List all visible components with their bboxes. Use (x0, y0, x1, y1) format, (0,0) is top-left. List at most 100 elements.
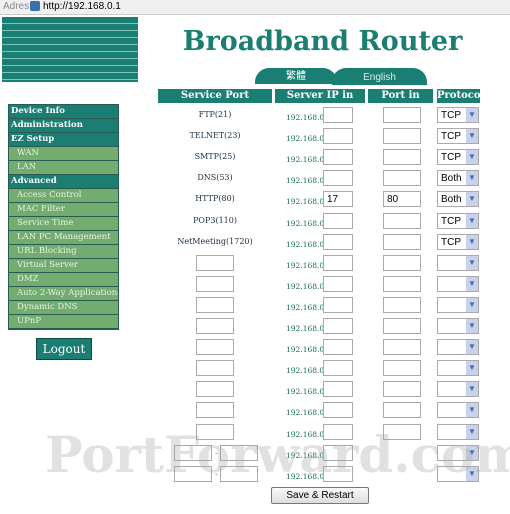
protocol-select[interactable]: TCP ▼ (437, 128, 479, 145)
port-in-lan-input[interactable] (383, 170, 421, 187)
port-in-lan-input[interactable] (383, 423, 421, 440)
protocol-select[interactable]: ▼ (437, 275, 479, 292)
port-range-end-input[interactable] (220, 444, 258, 461)
protocol-select[interactable]: TCP ▼ (437, 233, 479, 250)
tab-chinese[interactable]: 繁體 (255, 68, 337, 84)
ip-prefix: 192.168.0. (286, 134, 327, 144)
port-in-lan-input[interactable] (383, 107, 421, 123)
url-text[interactable]: http://192.168.0.1 (43, 1, 121, 12)
service-port-input[interactable] (196, 254, 234, 271)
server-ip-input[interactable] (323, 465, 353, 482)
port-in-lan-input[interactable] (383, 381, 421, 398)
service-port-input[interactable] (196, 402, 234, 419)
port-in-lan-input[interactable] (383, 128, 421, 145)
service-port-input[interactable] (196, 381, 234, 398)
server-ip-input[interactable] (323, 128, 353, 145)
server-ip-input[interactable] (323, 275, 353, 292)
protocol-select[interactable]: ▼ (437, 254, 479, 271)
port-in-lan-input[interactable] (383, 402, 421, 419)
ip-prefix: 192.168.0. (286, 218, 327, 228)
server-ip-input[interactable] (323, 170, 353, 187)
address-label: Adres (3, 1, 30, 12)
service-name: SMTP(25) (194, 152, 236, 162)
protocol-value: Both (441, 173, 462, 185)
service-port-input[interactable] (196, 275, 234, 292)
port-range-start-input[interactable] (174, 444, 212, 461)
service-port-input[interactable] (196, 360, 234, 377)
table-row: HTTP(80) 192.168.0. 17 80 Both ▼ (0, 191, 510, 209)
port-in-lan-input[interactable]: 80 (383, 191, 421, 208)
port-in-lan-input[interactable] (383, 360, 421, 377)
service-port-input[interactable] (196, 296, 234, 313)
port-in-lan-input[interactable] (383, 318, 421, 334)
service-port-input[interactable] (196, 423, 234, 440)
protocol-select[interactable]: ▼ (437, 465, 479, 482)
range-separator: - (215, 469, 219, 480)
table-row: 192.168.0. ▼ (0, 339, 510, 357)
server-ip-input[interactable] (323, 339, 353, 356)
table-row: DNS(53) 192.168.0. Both ▼ (0, 170, 510, 188)
server-ip-input[interactable] (323, 444, 353, 461)
port-range-end-input[interactable] (220, 465, 258, 482)
header-protocol: Protocol (437, 89, 485, 103)
server-ip-input[interactable]: 17 (323, 191, 353, 208)
tab-english[interactable]: English (332, 68, 427, 85)
protocol-select[interactable]: TCP ▼ (437, 149, 479, 166)
port-range-start-input[interactable] (174, 465, 212, 482)
protocol-select[interactable]: TCP ▼ (437, 107, 479, 123)
chevron-down-icon: ▼ (466, 129, 478, 144)
table-row: 192.168.0. ▼ (0, 296, 510, 315)
protocol-select[interactable]: ▼ (437, 423, 479, 440)
table-row: TELNET(23) 192.168.0. TCP ▼ (0, 128, 510, 146)
server-ip-input[interactable] (323, 360, 353, 377)
protocol-select[interactable]: Both ▼ (437, 191, 479, 208)
port-in-lan-input[interactable] (383, 339, 421, 356)
service-port-input[interactable] (196, 318, 234, 334)
port-in-lan-input[interactable] (383, 275, 421, 292)
server-ip-input[interactable] (323, 381, 353, 398)
header-server-ip: Server IP in LAN (275, 89, 365, 115)
protocol-select[interactable]: ▼ (437, 402, 479, 419)
ip-prefix: 192.168.0. (286, 345, 327, 355)
port-in-lan-input[interactable] (383, 296, 421, 313)
server-ip-input[interactable] (323, 107, 353, 123)
service-name: DNS(53) (197, 173, 233, 183)
server-ip-input[interactable] (323, 149, 353, 166)
server-ip-input[interactable] (323, 402, 353, 419)
protocol-value: TCP (441, 236, 461, 248)
save-restart-button[interactable]: Save & Restart (271, 487, 369, 504)
chevron-down-icon: ▼ (466, 466, 478, 481)
server-ip-input[interactable] (323, 233, 353, 250)
address-bar[interactable]: Adres http://192.168.0.1 (0, 0, 510, 15)
protocol-select[interactable]: ▼ (437, 360, 479, 377)
table-row: 192.168.0. ▼ (0, 275, 510, 294)
ip-prefix: 192.168.0. (286, 324, 327, 333)
server-ip-input[interactable] (323, 212, 353, 229)
table-row: - 192.168.0. ▼ (0, 465, 510, 484)
port-in-lan-input[interactable] (383, 254, 421, 271)
service-port-input[interactable] (196, 339, 234, 356)
protocol-select[interactable]: ▼ (437, 296, 479, 313)
protocol-select[interactable]: ▼ (437, 339, 479, 356)
chevron-down-icon: ▼ (466, 382, 478, 397)
server-ip-input[interactable] (323, 254, 353, 271)
chevron-down-icon: ▼ (466, 192, 478, 207)
protocol-select[interactable]: Both ▼ (437, 170, 479, 187)
protocol-select[interactable]: ▼ (437, 381, 479, 398)
protocol-value: TCP (441, 131, 461, 143)
port-in-lan-input[interactable] (383, 149, 421, 166)
port-in-lan-input[interactable] (383, 212, 421, 229)
protocol-select[interactable]: ▼ (437, 318, 479, 334)
protocol-select[interactable]: TCP ▼ (437, 212, 479, 229)
header-banner (2, 17, 138, 82)
service-name: NetMeeting(1720) (177, 236, 253, 246)
ip-prefix: 192.168.0. (286, 197, 327, 207)
server-ip-input[interactable] (323, 296, 353, 313)
chevron-down-icon: ▼ (466, 361, 478, 376)
page-title: Broadband Router (182, 26, 463, 57)
server-ip-input[interactable] (323, 318, 353, 334)
protocol-value: Both (441, 194, 462, 206)
protocol-select[interactable]: ▼ (437, 444, 479, 461)
port-in-lan-input[interactable] (383, 233, 421, 250)
server-ip-input[interactable] (323, 423, 353, 440)
